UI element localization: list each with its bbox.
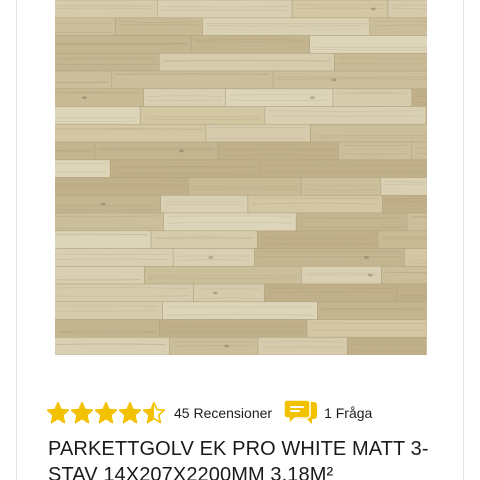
- parquet-stave: [55, 265, 145, 285]
- parquet-stave: [309, 35, 427, 54]
- wood-knot: [370, 7, 376, 11]
- questions-link[interactable]: 1 Fråga: [324, 405, 372, 421]
- star-icon: [94, 402, 118, 424]
- wood-knot: [208, 256, 214, 259]
- parquet-stave: [337, 141, 413, 161]
- wood-knot: [364, 256, 369, 259]
- parquet-stave: [217, 141, 339, 161]
- parquet-stave: [259, 159, 427, 178]
- left-frame-margin: [0, 0, 16, 480]
- parquet-stave: [94, 141, 219, 161]
- wood-grain: [384, 183, 427, 185]
- parquet-stave: [264, 106, 427, 125]
- parquet-stave: [425, 106, 427, 125]
- rating-stars[interactable]: [46, 401, 166, 425]
- speech-bubble-icon[interactable]: [284, 398, 318, 428]
- parquet-stave: [55, 52, 160, 72]
- right-frame-margin: [464, 0, 480, 480]
- parquet-stave: [159, 319, 308, 338]
- wood-knot: [178, 149, 184, 153]
- parquet-stave: [55, 88, 145, 107]
- parquet-stave: [257, 230, 379, 249]
- parquet-stave: [143, 88, 226, 107]
- parquet-stave: [334, 52, 427, 72]
- rating-row: 45 Recensioner 1 Fråga: [46, 398, 372, 428]
- parquet-stave: [254, 248, 405, 267]
- parquet-stave: [202, 17, 371, 36]
- parquet-stave: [380, 177, 427, 196]
- parquet-stave: [382, 195, 427, 214]
- parquet-stave: [317, 301, 427, 320]
- parquet-stave: [157, 0, 293, 19]
- parquet-stave: [115, 17, 203, 36]
- parquet-stave: [187, 177, 302, 196]
- parquet-stave: [225, 88, 334, 107]
- parquet-stave: [411, 88, 427, 107]
- parquet-stave: [403, 248, 427, 267]
- right-frame-border: [463, 0, 464, 480]
- parquet-stave: [172, 248, 255, 267]
- parquet-stave: [406, 212, 427, 232]
- parquet-stave: [332, 88, 413, 107]
- wood-knot: [310, 96, 315, 99]
- parquet-stave: [55, 283, 195, 303]
- parquet-stave: [272, 70, 427, 90]
- wood-grain: [410, 215, 427, 218]
- parquet-stave: [381, 265, 427, 285]
- reviews-link[interactable]: 45 Recensioner: [174, 405, 272, 421]
- left-frame-border: [16, 0, 17, 480]
- parquet-stave: [425, 336, 427, 355]
- star-icon: [46, 402, 70, 424]
- wood-knot: [224, 344, 230, 348]
- parquet-stave: [162, 301, 318, 320]
- parquet-stave: [55, 17, 116, 36]
- parquet-stave: [191, 35, 310, 54]
- parquet-stave: [55, 124, 207, 143]
- parquet-stave: [411, 141, 427, 161]
- product-image[interactable]: [55, 0, 427, 355]
- parquet-stave: [257, 336, 348, 355]
- parquet-stave: [55, 230, 152, 249]
- parquet-stave: [310, 124, 427, 143]
- parquet-stave: [150, 230, 258, 249]
- parquet-stave: [396, 283, 427, 303]
- parquet-stave: [144, 265, 302, 285]
- wood-grain: [55, 310, 159, 312]
- star-icon: [118, 402, 142, 424]
- wood-knot: [100, 202, 106, 206]
- parquet-stave: [369, 17, 427, 36]
- parquet-stave: [295, 212, 408, 232]
- star-icon: [142, 402, 166, 424]
- wood-knot: [82, 96, 87, 99]
- parquet-stave: [193, 283, 265, 303]
- parquet-stave: [377, 230, 427, 249]
- product-title: PARKETTGOLV EK PRO WHITE MATT 3-STAV 14X…: [48, 438, 429, 480]
- parquet-stave: [55, 248, 174, 267]
- parquet-stave: [264, 283, 398, 303]
- parquet-stave: [158, 52, 335, 72]
- parquet-stave: [55, 159, 111, 178]
- parquet-stave: [55, 319, 160, 338]
- wood-knot: [212, 291, 218, 295]
- parquet-stave: [306, 319, 427, 338]
- parquet-stave: [55, 336, 170, 355]
- wood-knot: [331, 78, 337, 82]
- parquet-stave: [55, 177, 189, 196]
- parquet-stave: [300, 177, 382, 196]
- product-page: 45 Recensioner 1 Fråga PARKETTGOLV EK PR…: [0, 0, 480, 480]
- star-icon: [70, 402, 94, 424]
- wood-knot: [367, 273, 373, 277]
- parquet-stave: [347, 336, 427, 355]
- parquet-stave: [55, 70, 113, 90]
- parquet-stave: [109, 159, 261, 178]
- parquet-floor-image: [55, 0, 427, 355]
- parquet-stave: [205, 124, 311, 143]
- parquet-stave: [139, 106, 266, 125]
